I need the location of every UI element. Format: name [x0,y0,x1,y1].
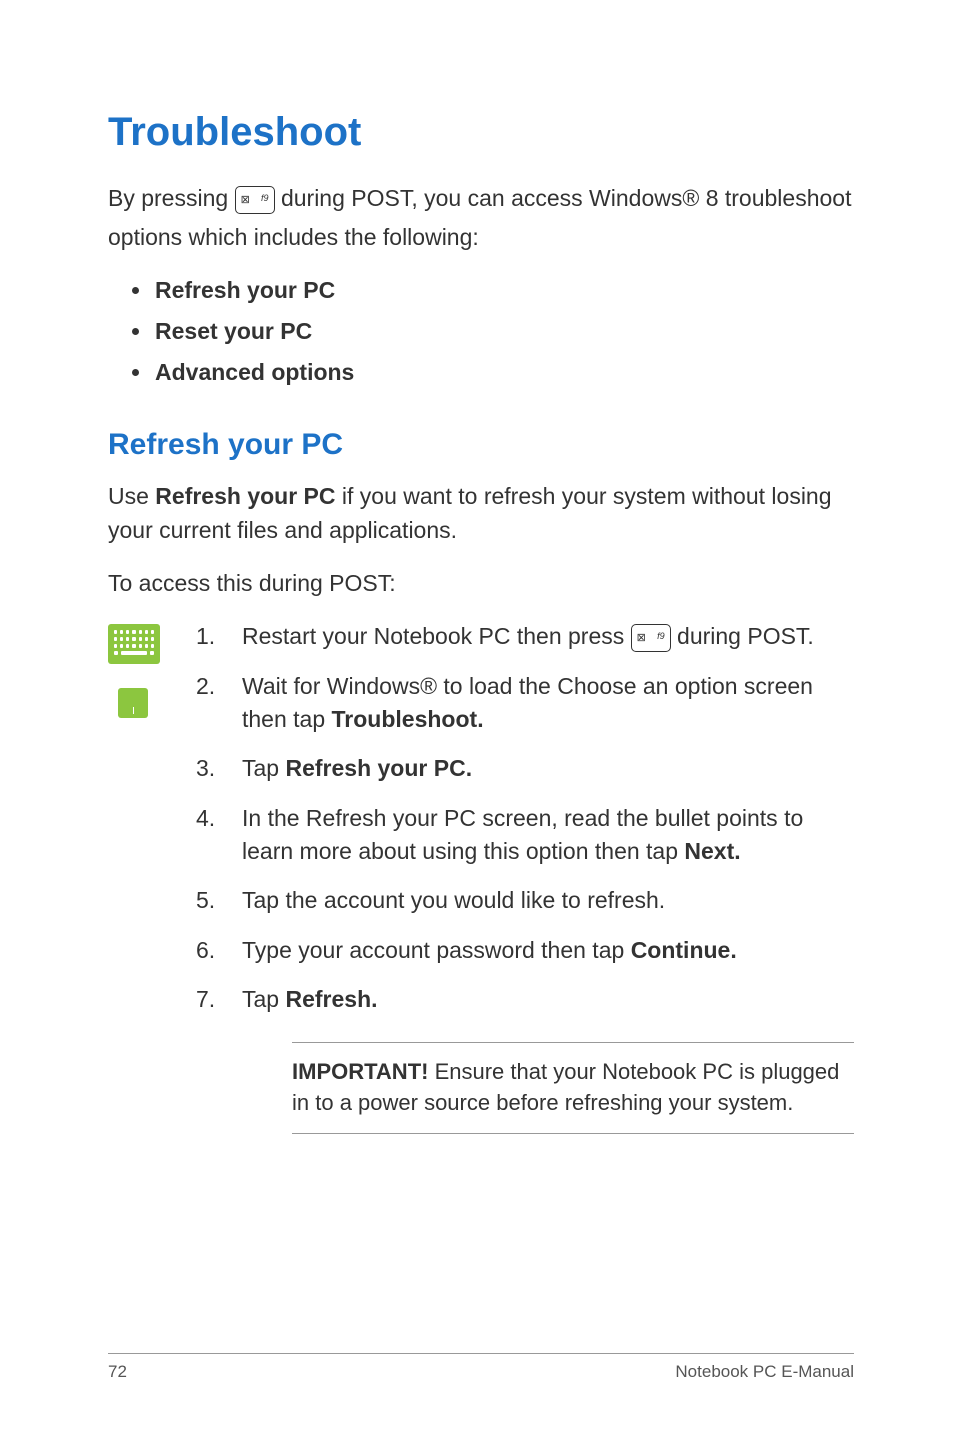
key-label: f9 [261,188,269,208]
step-item: In the Refresh your PC screen, read the … [192,802,854,869]
key-label: f9 [657,626,665,646]
section-body-text-1: Use [108,483,155,509]
key-symbol: ⊠ [241,190,250,210]
step-item: Tap Refresh your PC. [192,752,854,785]
page-footer: 72 Notebook PC E-Manual [108,1353,854,1382]
section-body-bold: Refresh your PC [155,483,335,509]
step-item: Tap the account you would like to refres… [192,884,854,917]
options-list: Refresh your PC Reset your PC Advanced o… [108,277,854,386]
step-item: Wait for Windows® to load the Choose an … [192,670,854,737]
step-item: Restart your Notebook PC then press f9 ⊠… [192,620,854,653]
f9-key-icon: f9 ⊠ [235,186,275,214]
step-text: Type your account password then tap [242,937,631,963]
step-item: Type your account password then tap Cont… [192,934,854,967]
list-item: Advanced options [153,359,854,386]
step-text: Wait for Windows® to load the Choose an … [242,673,813,732]
steps-container: Restart your Notebook PC then press f9 ⊠… [108,620,854,1150]
key-symbol: ⊠ [637,628,646,648]
important-note: IMPORTANT! Ensure that your Notebook PC … [292,1042,854,1134]
step-text: Tap [242,755,285,781]
important-label: IMPORTANT! [292,1059,428,1084]
step-bold: Next. [684,838,740,864]
section-body: Use Refresh your PC if you want to refre… [108,480,854,547]
step-bold: Refresh your PC. [285,755,472,781]
icons-column [108,620,168,1150]
page-number: 72 [108,1362,127,1382]
f9-key-icon: f9 ⊠ [631,624,671,652]
page-title: Troubleshoot [108,110,854,155]
step-text: Restart your Notebook PC then press [242,623,631,649]
section-title: Refresh your PC [108,428,854,462]
document-page: Troubleshoot By pressing f9 ⊠ during POS… [0,0,954,1438]
step-bold: Troubleshoot. [332,706,484,732]
touchpad-icon [118,688,148,718]
step-item: Tap Refresh. IMPORTANT! Ensure that your… [192,983,854,1134]
step-bold: Continue. [631,937,737,963]
step-text: Tap [242,986,285,1012]
list-item: Reset your PC [153,318,854,345]
steps-list: Restart your Notebook PC then press f9 ⊠… [192,620,854,1150]
intro-paragraph: By pressing f9 ⊠ during POST, you can ac… [108,179,854,257]
keyboard-icon [108,624,160,664]
step-bold: Refresh. [285,986,377,1012]
intro-text-1: By pressing [108,185,235,211]
list-item: Refresh your PC [153,277,854,304]
section-body-access: To access this during POST: [108,567,854,600]
footer-label: Notebook PC E-Manual [675,1362,854,1382]
step-text: during POST. [677,623,814,649]
